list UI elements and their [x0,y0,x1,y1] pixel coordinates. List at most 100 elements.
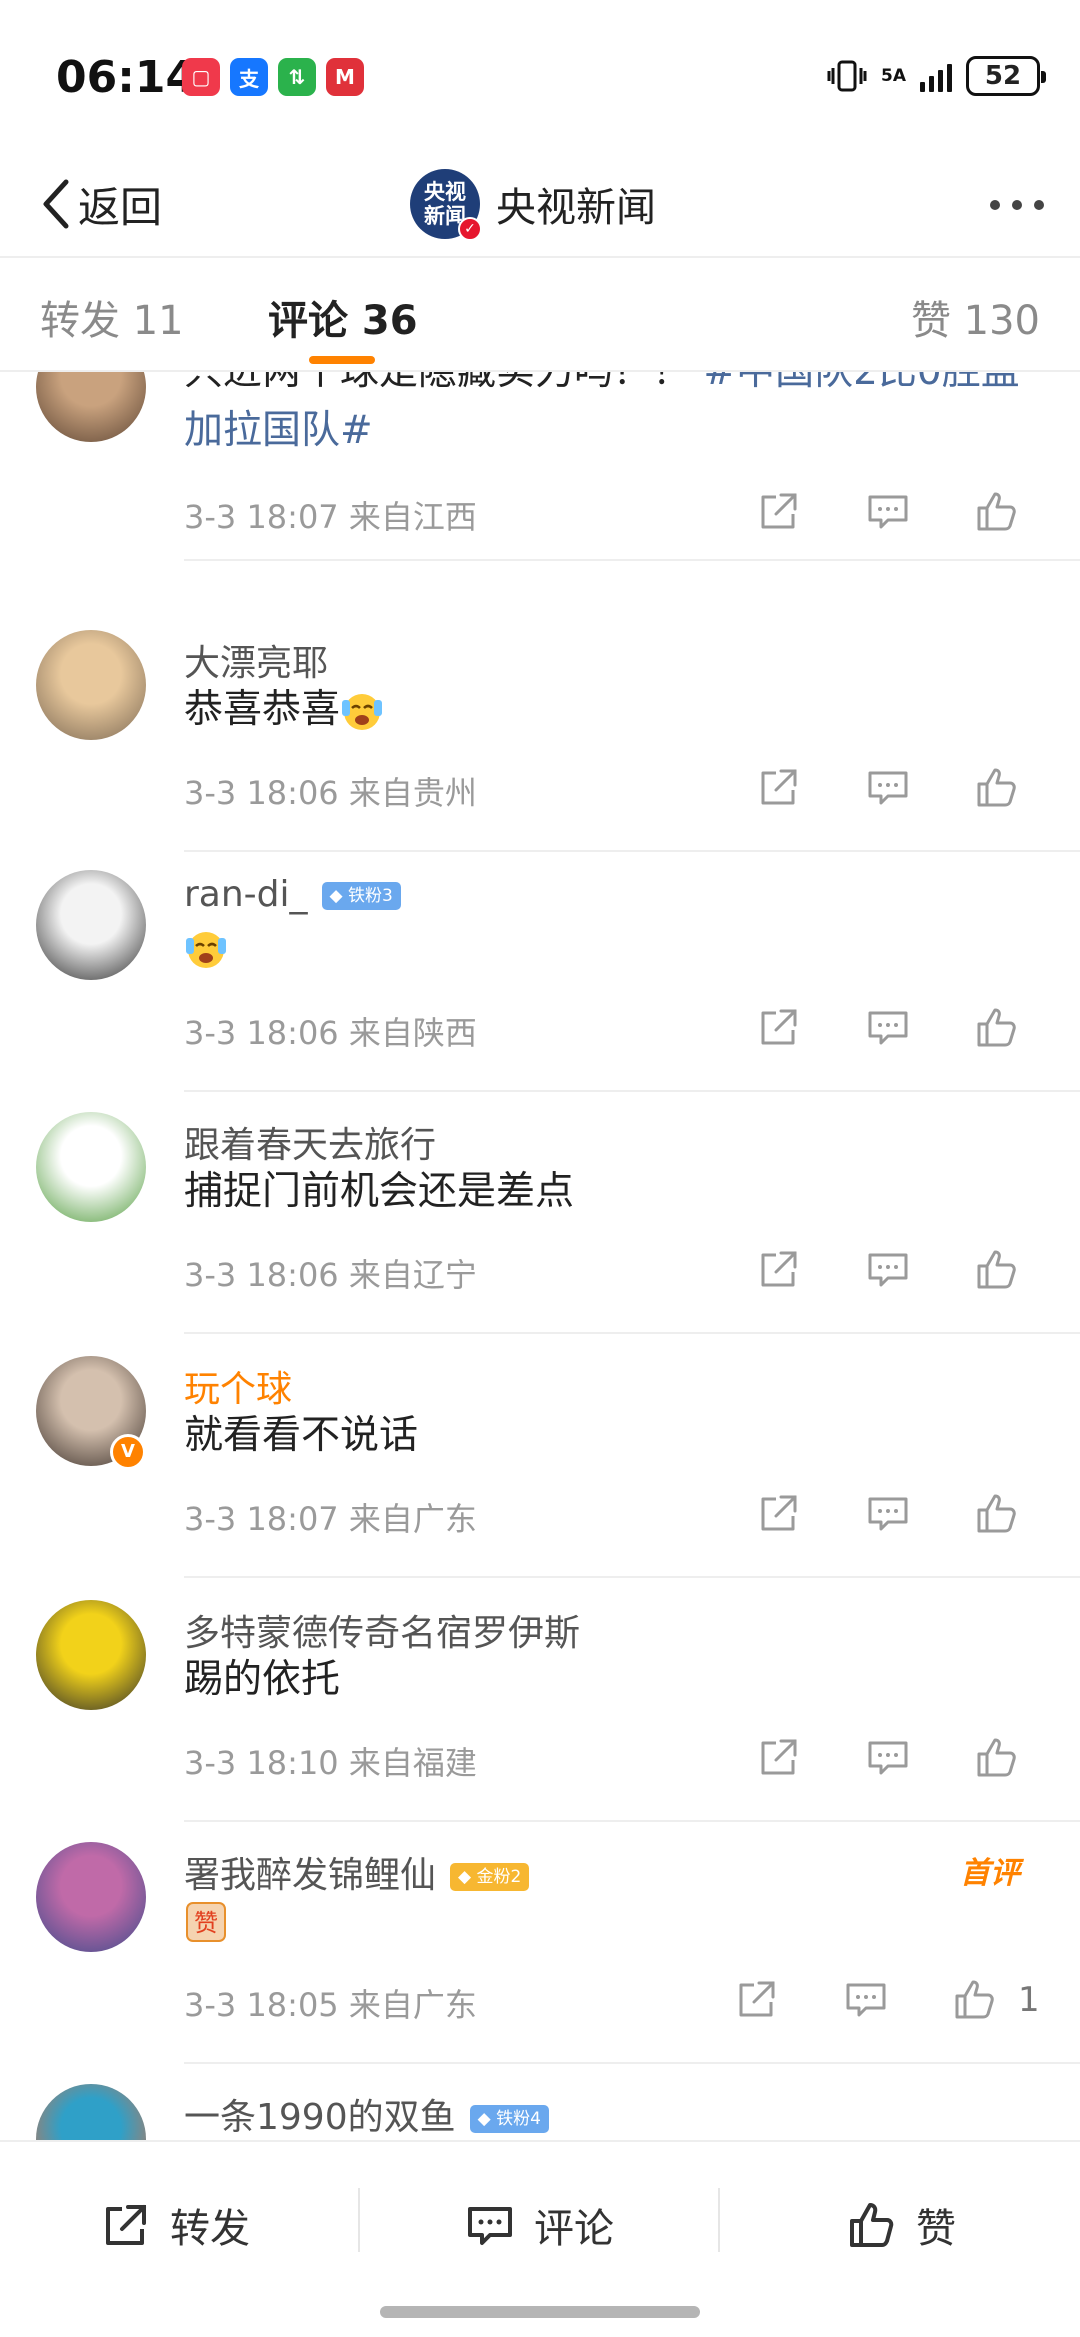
user-avatar[interactable] [36,1112,146,1222]
share-icon[interactable] [734,1976,780,2022]
nav-bar: 返回 央视新闻 ✓ 央视新闻 [0,150,1080,258]
comment-icon[interactable] [865,1490,911,1536]
user-avatar[interactable] [36,372,146,442]
zan-sticker-icon: 赞 [184,1900,228,1944]
laughing-emoji-icon [184,928,228,972]
thumbs-up-icon[interactable] [974,488,1020,534]
comment-username[interactable]: 跟着春天去旅行 [184,1116,436,1168]
thumbs-up-icon[interactable] [974,1490,1020,1536]
home-indicator[interactable] [380,2306,700,2318]
thumbs-up-icon[interactable] [952,1976,998,2022]
fan-badge-label: 铁粉4 [496,2109,541,2129]
bottom-comment-button[interactable]: 评论 [464,2190,614,2260]
share-icon[interactable] [756,1490,802,1536]
share-icon[interactable] [756,488,802,534]
share-icon[interactable] [756,1734,802,1780]
comment-text-plain: 踢的依托 [184,1657,341,1702]
comment-meta: 3-3 18:06 来自陕西 [184,1014,477,1052]
vibrate-icon [827,60,867,92]
comment-icon[interactable] [865,1004,911,1050]
signal-icon [920,60,952,92]
thumbs-up-icon [850,2203,894,2247]
comment-text: 就看看不说话 [184,1406,1044,1465]
more-dot-icon [990,200,1000,210]
comment-text: 捕捉门前机会还是差点 [184,1162,1044,1221]
bottom-comment-label: 评论 [534,2206,614,2252]
comment-username[interactable]: 署我醉发锦鲤仙 ◆ 金粉2 [184,1846,530,1898]
tab-repost[interactable]: 转发 11 [40,288,184,346]
user-avatar[interactable] [36,2084,146,2140]
comment-username[interactable]: ran-di_ ◆ 铁粉3 [184,874,401,915]
laughing-emoji-icon [340,690,384,734]
comment-icon[interactable] [865,1246,911,1292]
comment-text: 踢的依托 [184,1650,1044,1709]
comment-text: 恭喜恭喜 [184,680,1044,739]
comment-meta: 3-3 18:05 来自广东 [184,1986,477,2024]
share-icon[interactable] [756,1246,802,1292]
comment-username[interactable]: 多特蒙德传奇名宿罗伊斯 [184,1604,580,1656]
battery-icon: 52 [966,56,1046,96]
status-bar: 06:14 ▢ 支 ⇅ M 5A 52 [0,0,1080,150]
comment-list: 只进两个球是隐藏实力吗？！ #中国队2比0胜孟加拉国队# 3-3 18:07 来自… [0,372,1080,2140]
comment-icon[interactable] [843,1976,889,2022]
username-text: 署我醉发锦鲤仙 [184,1855,437,1896]
user-avatar[interactable] [36,1600,146,1710]
comment-meta: 3-3 18:07 来自广东 [184,1500,477,1538]
comment-item[interactable]: 跟着春天去旅行 捕捉门前机会还是差点 3-3 18:06 来自辽宁 [0,1090,1080,1334]
fan-badge-label: 铁粉3 [348,886,393,906]
user-avatar[interactable] [36,630,146,740]
like-count: 1 [1018,1980,1040,2020]
bottom-repost-button[interactable]: 转发 [100,2190,250,2260]
username-text: 大漂亮耶 [184,643,329,684]
bottom-like-label: 赞 [916,2206,956,2252]
more-button[interactable] [990,180,1044,230]
share-icon [106,2205,146,2245]
fan-badge: ◆ 金粉2 [450,1863,530,1891]
share-icon[interactable] [756,1004,802,1050]
comment-username[interactable]: 大漂亮耶 [184,634,328,686]
user-avatar[interactable] [36,1842,146,1952]
username-text: 玩个球 [184,1369,293,1410]
comment-item[interactable]: 署我醉发锦鲤仙 ◆ 金粉2 首评赞 3-3 18:05 来自广东 1 [0,1820,1080,2064]
thumbs-up-icon[interactable] [974,1734,1020,1780]
comment-item[interactable]: 大漂亮耶 恭喜恭喜 3-3 18:06 来自贵州 [0,608,1080,852]
comment-icon [468,2207,512,2245]
divider [718,2188,720,2252]
comment-icon[interactable] [865,488,911,534]
comment-text-plain: 只进两个球是隐藏实力吗？！ [184,372,703,394]
comment-username[interactable]: 玩个球 [184,1360,292,1412]
thumbs-up-icon[interactable] [974,764,1020,810]
comment-item[interactable]: 多特蒙德传奇名宿罗伊斯 踢的依托 3-3 18:10 来自福建 [0,1578,1080,1822]
back-label: 返回 [78,182,163,232]
account-logo[interactable]: 央视新闻 ✓ [410,169,482,241]
bottom-like-button[interactable]: 赞 [846,2190,956,2260]
green-app-icon: ⇅ [278,58,316,96]
account-header[interactable]: 央视新闻 ✓ 央视新闻 [410,156,656,252]
tab-active-indicator [309,356,375,364]
tab-comment[interactable]: 评论 36 [268,288,418,346]
alipay-icon: 支 [230,58,268,96]
share-icon[interactable] [756,764,802,810]
comment-text-plain: 恭喜恭喜 [184,687,341,732]
more-dot-icon [1012,200,1022,210]
comment-item[interactable]: ran-di_ ◆ 铁粉3 3-3 18:06 来自陕西 [0,848,1080,1092]
comment-username[interactable]: 一条1990的双鱼 ◆ 铁粉4 [184,2088,549,2140]
comment-item[interactable]: V 玩个球 就看看不说话 3-3 18:07 来自广东 [0,1334,1080,1578]
username-text: ran-di_ [184,874,308,915]
comment-icon[interactable] [865,764,911,810]
thumbs-up-icon[interactable] [974,1004,1020,1050]
comment-item[interactable]: 只进两个球是隐藏实力吗？！ #中国队2比0胜孟加拉国队# 3-3 18:07 来自… [0,372,1080,576]
username-text: 一条1990的双鱼 [184,2097,456,2138]
username-text: 多特蒙德传奇名宿罗伊斯 [184,1613,581,1654]
metro-icon: M [326,58,364,96]
bottom-repost-label: 转发 [170,2206,250,2252]
back-button[interactable]: 返回 [38,164,162,244]
verified-icon: ✓ [458,217,482,241]
comment-item[interactable]: 一条1990的双鱼 ◆ 铁粉4 [0,2062,1080,2140]
user-avatar[interactable] [36,870,146,980]
tab-like[interactable]: 赞 130 [911,288,1040,346]
comment-icon[interactable] [865,1734,911,1780]
comment-meta: 3-3 18:10 来自福建 [184,1744,477,1782]
network-type: 5A [881,66,906,86]
thumbs-up-icon[interactable] [974,1246,1020,1292]
